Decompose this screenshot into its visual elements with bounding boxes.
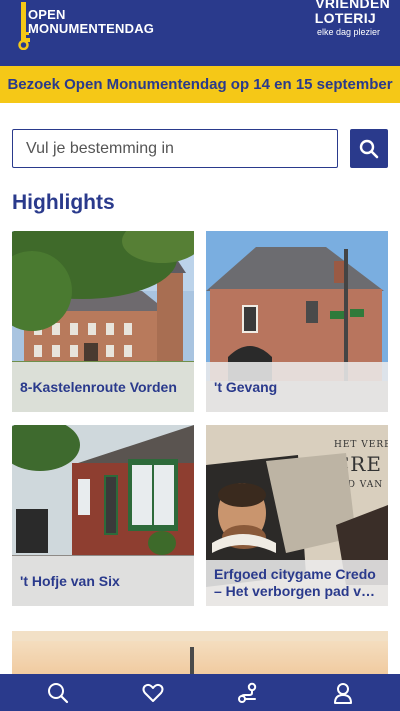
route-icon (237, 682, 256, 703)
partner-line1: VRIENDEN (315, 0, 390, 11)
event-banner[interactable]: Bezoek Open Monumentendag op 14 en 15 se… (0, 66, 400, 103)
highlights-title: Highlights (12, 191, 115, 214)
partner-line2: LOTERIJ (314, 10, 376, 26)
search-button[interactable] (350, 129, 388, 168)
highlight-card-hofje-van-six[interactable]: 't Hofje van Six (12, 425, 194, 606)
bottom-navigation (0, 674, 400, 711)
partner-logo: VRIENDEN LOTERIJ elke dag plezier (315, 0, 390, 38)
highlight-card-kastelenroute[interactable]: 8-Kastelenroute Vorden (12, 231, 194, 412)
user-icon (333, 682, 352, 704)
card-label: 't Hofje van Six (12, 556, 194, 606)
search-icon (359, 139, 379, 158)
app-header: OPEN MONUMENTENDAG VRIENDEN LOTERIJ elke… (0, 0, 400, 66)
card-label: Erfgoed citygame Credo – Het verborgen p… (206, 560, 388, 606)
card-label: 8-Kastelenroute Vorden (12, 362, 194, 412)
highlight-card-gevang[interactable]: 't Gevang (206, 231, 388, 412)
highlight-card-citygame-credo[interactable]: HET VERBO CRE PAD VAN Erfgoed citygame C… (206, 425, 388, 606)
card-label: 't Gevang (206, 362, 388, 412)
destination-search-input[interactable] (12, 129, 338, 168)
nav-favorites-button[interactable] (133, 674, 173, 711)
nav-search-button[interactable] (38, 674, 78, 711)
nav-profile-button[interactable] (323, 674, 363, 711)
app-logo[interactable]: OPEN MONUMENTENDAG (28, 8, 154, 36)
partner-tagline: elke dag plezier (316, 27, 380, 37)
banner-text: Bezoek Open Monumentendag op 14 en 15 se… (7, 76, 393, 93)
search-icon (47, 682, 68, 703)
heart-icon (142, 683, 163, 702)
logo-line2: MONUMENTENDAG (28, 21, 155, 36)
logo-line1: OPEN (28, 7, 66, 22)
credo-overlay-line1: HET VERBO (334, 440, 388, 450)
nav-route-button[interactable] (228, 674, 268, 711)
